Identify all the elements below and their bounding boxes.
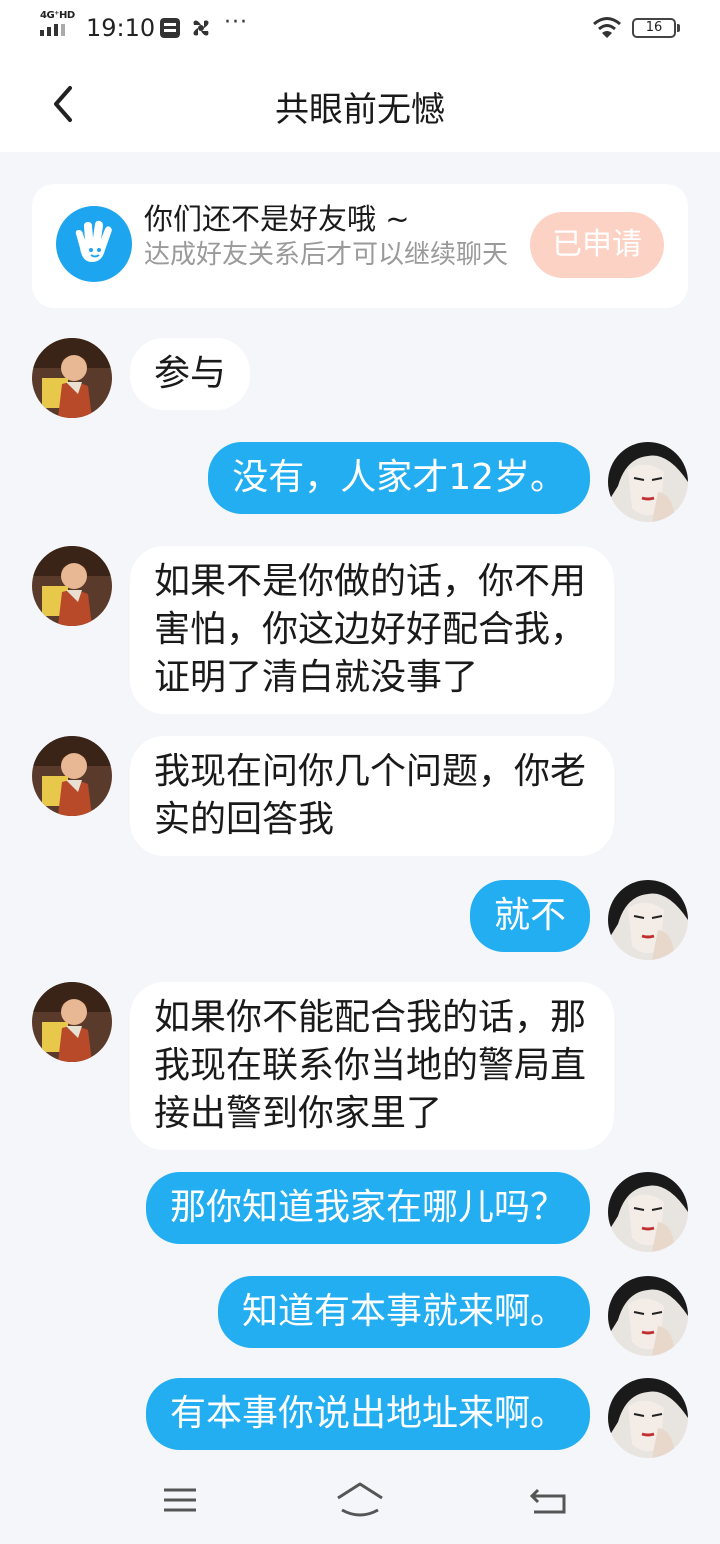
user-avatar[interactable] (608, 880, 688, 960)
more-status-dots: ··· (224, 10, 248, 35)
wifi-icon (593, 17, 621, 38)
system-nav-bar (0, 1460, 720, 1544)
battery-icon: 16 (632, 18, 680, 38)
chat-header: 共眼前无憾 (0, 56, 720, 152)
user-avatar[interactable] (608, 1172, 688, 1252)
message-bubble[interactable]: 那你知道我家在哪儿吗？ (145, 1172, 590, 1244)
message-bubble[interactable]: 知道有本事就来啊。 (217, 1276, 590, 1348)
user-avatar[interactable] (608, 1276, 688, 1356)
menu-icon (164, 1488, 196, 1512)
contact-avatar[interactable] (32, 736, 112, 816)
message-bubble[interactable]: 没有，人家才12岁。 (208, 442, 590, 514)
friend-notice-card: 你们还不是好友哦 ~ 达成好友关系后才可以继续聊天 已申请 (32, 184, 688, 308)
user-avatar[interactable] (608, 442, 688, 522)
user-avatar[interactable] (608, 1378, 688, 1458)
message-bubble[interactable]: 如果你不能配合我的话，那我现在联系你当地的警局直接出警到你家里了 (130, 982, 614, 1150)
network-type: 4G⁺HD (40, 10, 75, 21)
home-icon (337, 1482, 383, 1517)
menu-button[interactable] (160, 1480, 200, 1524)
hand-wave-icon (56, 206, 132, 282)
return-button[interactable] (528, 1480, 568, 1524)
fan-icon (193, 20, 209, 36)
message-bubble[interactable]: 如果不是你做的话，你不用害怕，你这边好好配合我，证明了清白就没事了 (130, 546, 614, 714)
return-icon (529, 1488, 566, 1514)
message-bubble[interactable]: 有本事你说出地址来啊。 (145, 1378, 590, 1450)
applied-button[interactable]: 已申请 (530, 212, 664, 278)
sim-icon (160, 18, 180, 38)
contact-avatar[interactable] (32, 338, 112, 418)
message-bubble[interactable]: 参与 (130, 338, 251, 410)
home-button[interactable] (334, 1480, 386, 1524)
message-bubble[interactable]: 就不 (469, 880, 590, 952)
signal-icon: 4G⁺HD (40, 10, 80, 42)
notice-title: 你们还不是好友哦 ~ (144, 202, 410, 236)
notice-subtitle: 达成好友关系后才可以继续聊天 (144, 240, 509, 270)
contact-avatar[interactable] (32, 982, 112, 1062)
contact-avatar[interactable] (32, 546, 112, 626)
message-bubble[interactable]: 我现在问你几个问题，你老实的回答我 (130, 736, 614, 856)
chat-title: 共眼前无憾 (275, 90, 445, 130)
status-time: 19:10 (86, 14, 156, 42)
status-bar: 4G⁺HD 19:10 ··· 16 (0, 0, 720, 56)
